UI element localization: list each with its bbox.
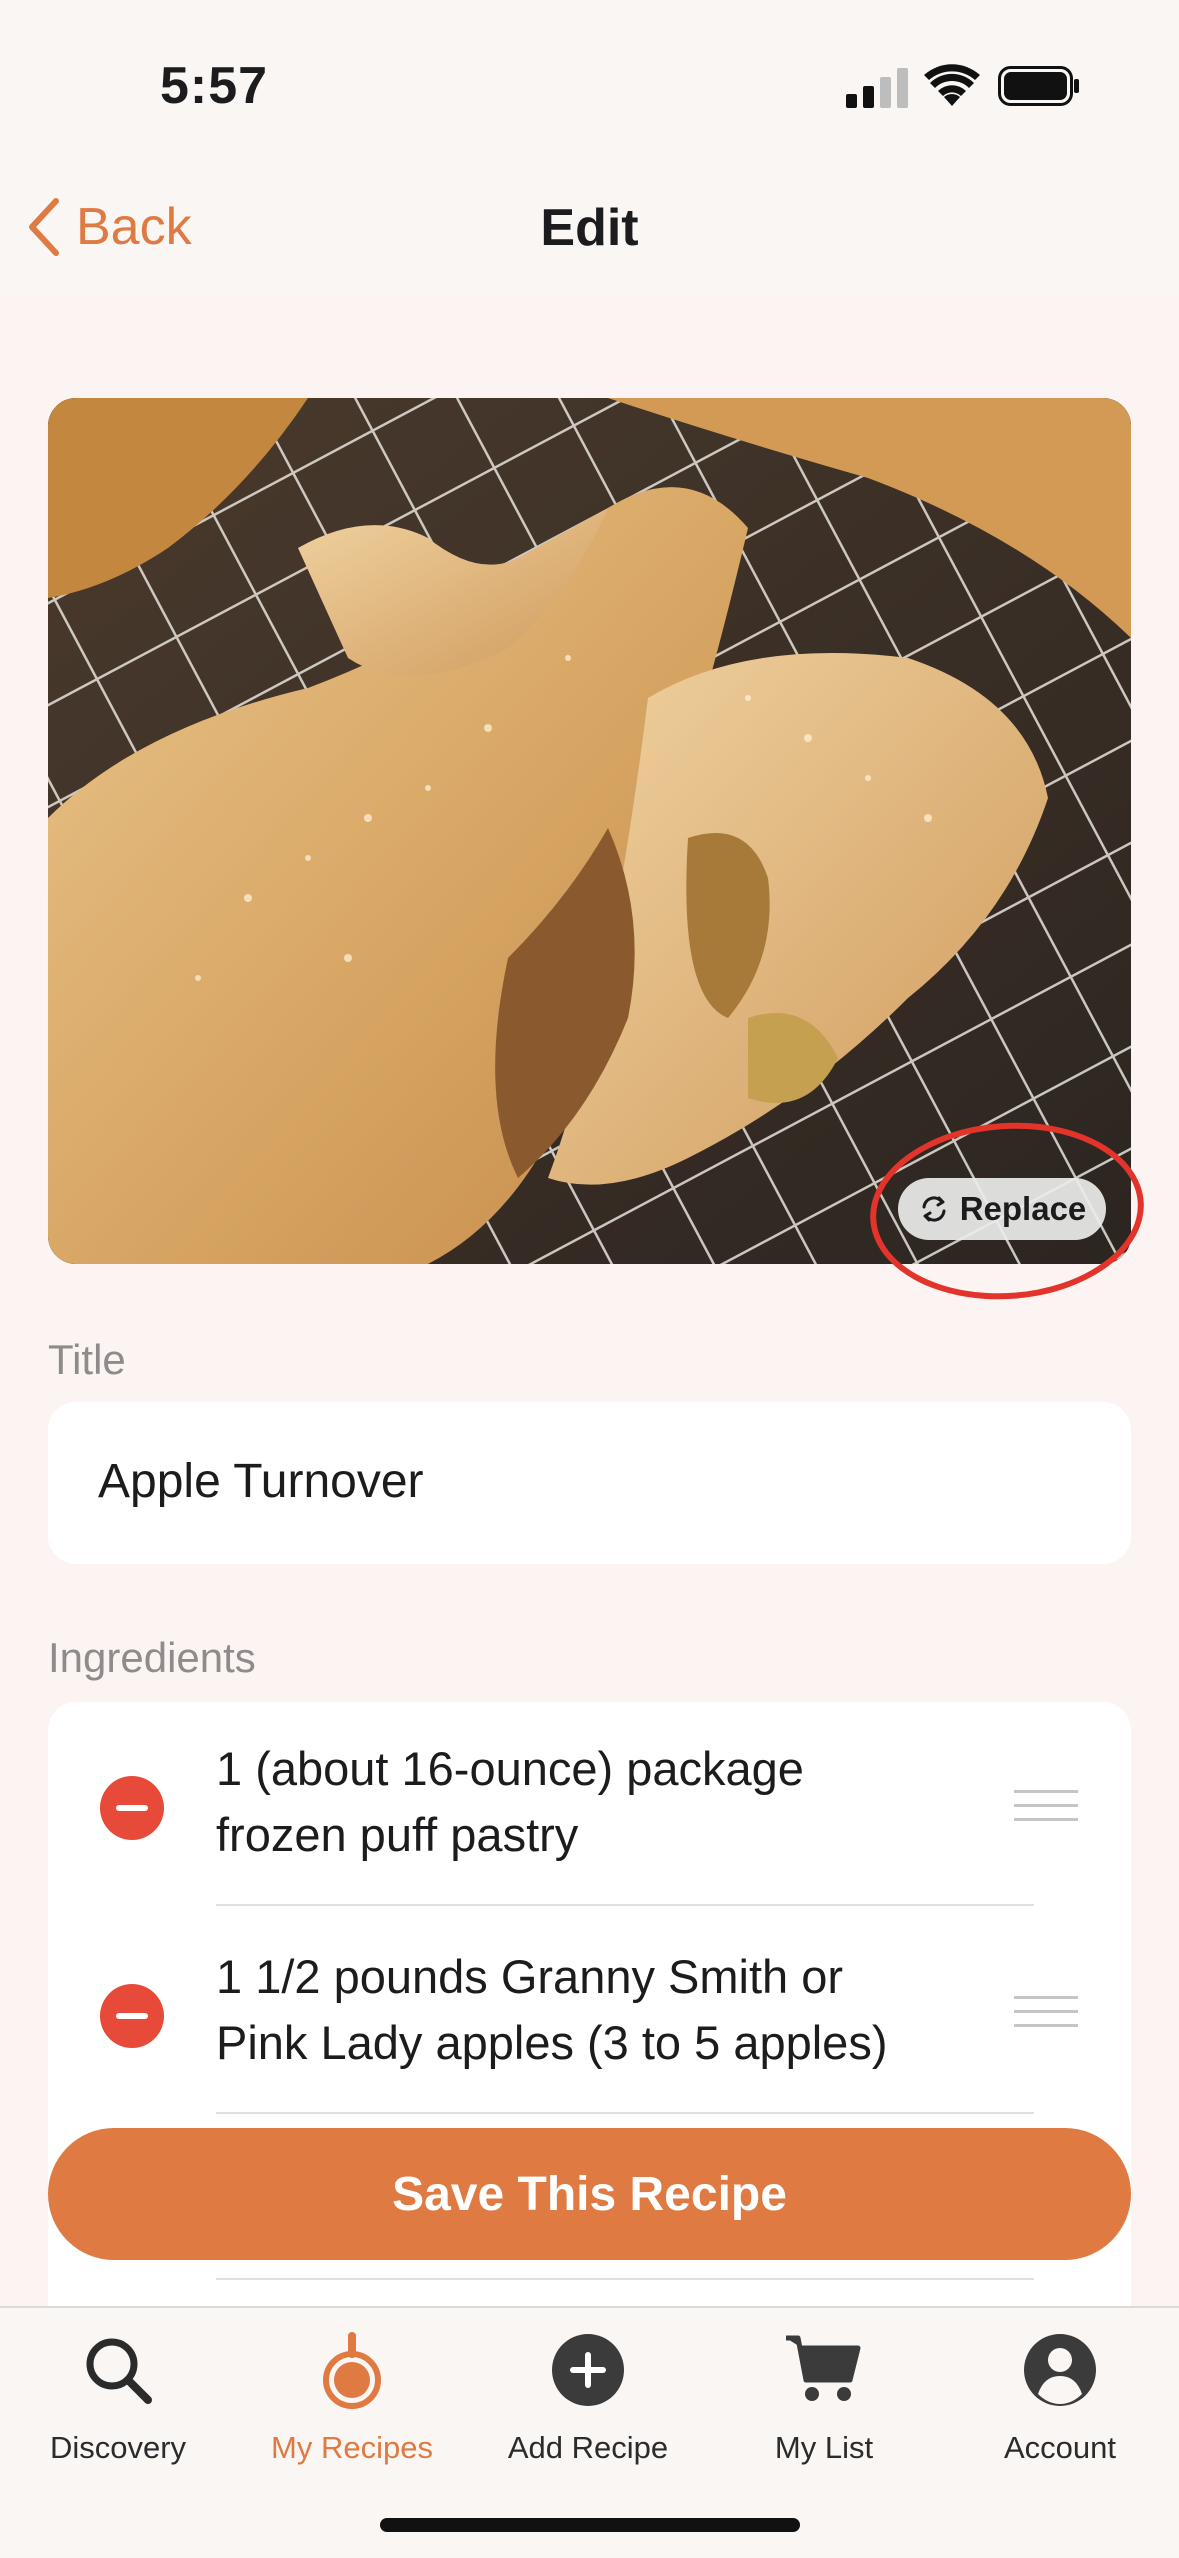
replace-label: Replace <box>959 1190 1087 1227</box>
divider <box>216 2278 1034 2280</box>
wifi-icon <box>924 64 980 106</box>
title-field[interactable] <box>98 1454 1078 1509</box>
replace-photo-button[interactable]: Replace <box>898 1178 1106 1240</box>
save-recipe-button[interactable]: Save This Recipe <box>48 2128 1131 2260</box>
cellular-signal-icon <box>846 68 908 108</box>
tab-label: Account <box>1003 2430 1116 2465</box>
battery-icon <box>998 66 1079 106</box>
drag-handle-icon[interactable] <box>1014 1790 1078 1826</box>
status-time: 5:57 <box>160 57 269 115</box>
tab-label: My List <box>774 2430 874 2465</box>
ingredients-list: 1 (about 16-ounce) package frozen puff p… <box>48 1702 1131 2402</box>
title-field-card <box>48 1402 1131 1564</box>
drag-handle-icon[interactable] <box>1014 1996 1078 2032</box>
tab-label: Add Recipe <box>507 2430 669 2465</box>
cart-icon <box>786 2335 861 2401</box>
pan-icon <box>323 2332 381 2409</box>
tab-label: Discovery <box>49 2430 187 2465</box>
remove-ingredient-button[interactable] <box>100 1776 164 1840</box>
tab-discovery[interactable]: Discovery <box>0 2320 236 2470</box>
title-section-label: Title <box>48 1336 126 1383</box>
refresh-icon <box>922 1196 946 1222</box>
tab-my-recipes[interactable]: My Recipes <box>234 2320 470 2470</box>
page-title: Edit <box>540 199 639 257</box>
ingredient-text[interactable]: 1 (about 16-ounce) package frozen puff p… <box>216 1736 1016 1868</box>
plus-circle-icon <box>552 2334 624 2406</box>
magnifier-icon <box>86 2338 152 2404</box>
tab-add-recipe[interactable]: Add Recipe <box>470 2320 706 2470</box>
divider <box>216 1904 1034 1906</box>
ingredients-section-label: Ingredients <box>48 1634 256 1681</box>
tab-label: My Recipes <box>271 2430 433 2465</box>
ingredient-text[interactable]: 1 1/2 pounds Granny Smith or Pink Lady a… <box>216 1944 1016 2076</box>
divider <box>216 2112 1034 2114</box>
tab-account[interactable]: Account <box>942 2320 1178 2470</box>
tab-my-list[interactable]: My List <box>706 2320 942 2470</box>
remove-ingredient-button[interactable] <box>100 1984 164 2048</box>
home-indicator[interactable] <box>380 2518 800 2532</box>
person-icon <box>1024 2334 1096 2406</box>
